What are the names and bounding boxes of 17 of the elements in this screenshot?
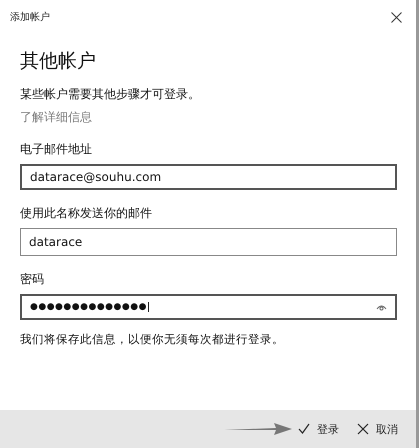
close-icon: [357, 423, 369, 435]
field-label: 使用此名称发送你的邮件: [20, 205, 153, 222]
password-field[interactable]: ●●●●●●●●●●●●●●: [20, 294, 397, 320]
field-label: 密码: [20, 271, 45, 288]
note-text: 我们将保存此信息，以便你无须每次都进行登录。: [20, 332, 285, 347]
field-label: 电子邮件地址: [20, 141, 93, 158]
eye-icon[interactable]: [376, 303, 387, 311]
check-icon: [298, 423, 310, 435]
learn-more-link[interactable]: 了解详细信息: [20, 109, 92, 126]
close-icon[interactable]: [391, 12, 402, 22]
cancel-button[interactable]: 取消: [351, 418, 404, 440]
heading: 其他帐户: [20, 49, 97, 74]
input-field[interactable]: datarace: [20, 228, 397, 256]
window-title: 添加帐户: [10, 10, 50, 24]
description: 某些帐户需要其他步骤才可登录。: [20, 86, 201, 103]
input-field[interactable]: datarace@souhu.com: [20, 164, 397, 190]
sign-in-button[interactable]: 登录: [292, 418, 345, 440]
